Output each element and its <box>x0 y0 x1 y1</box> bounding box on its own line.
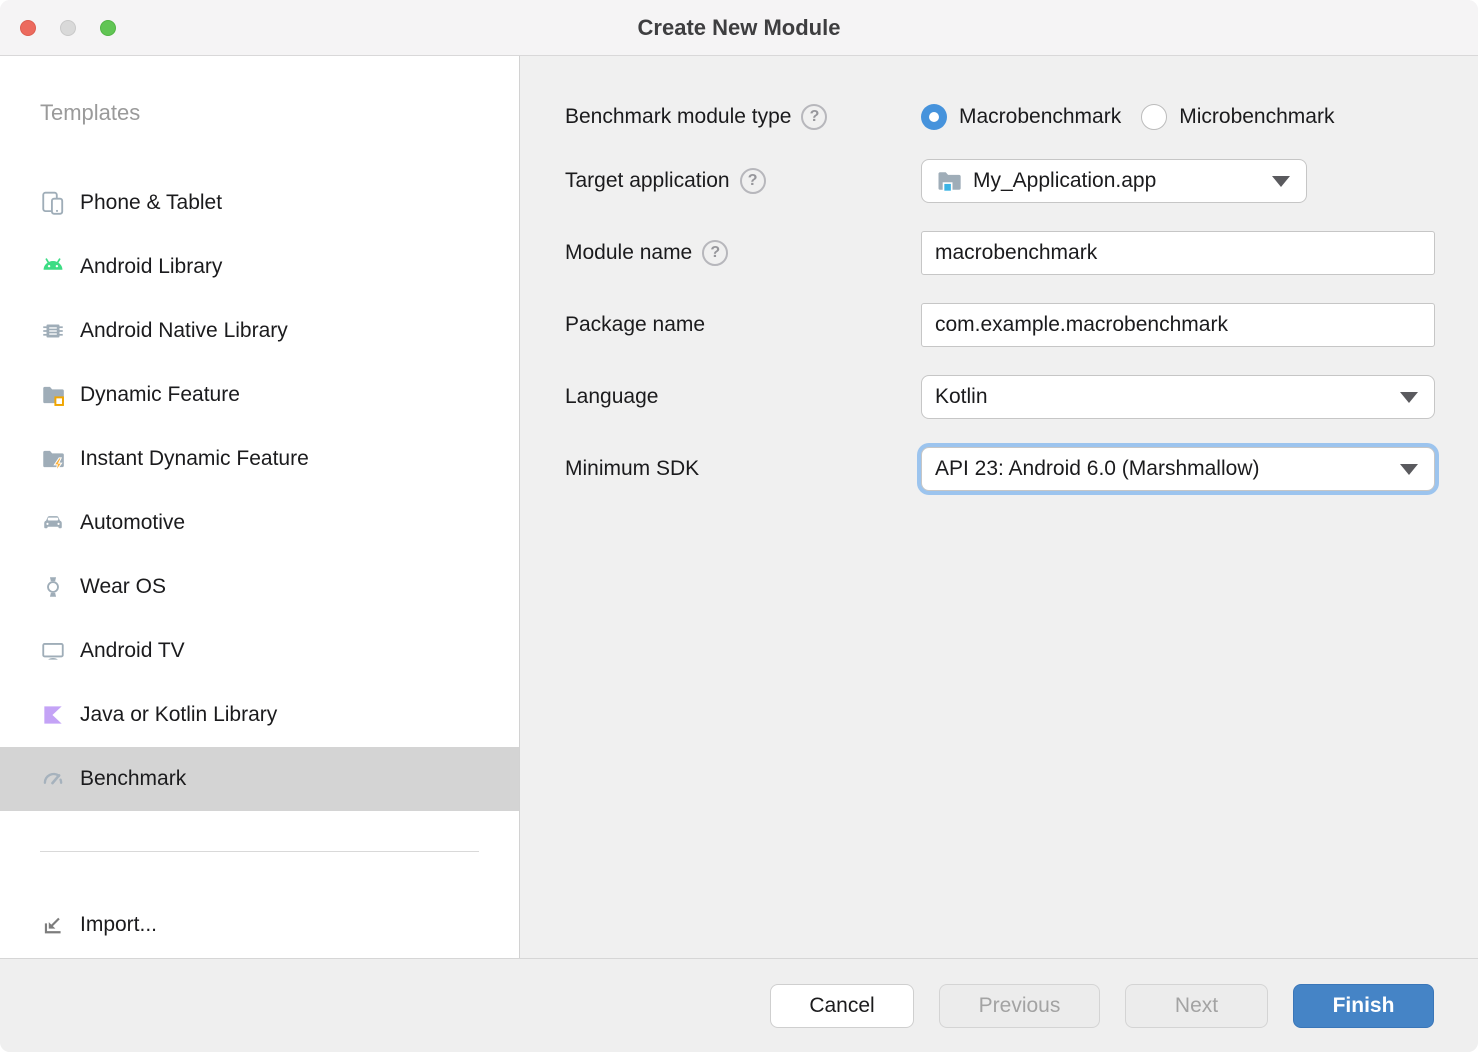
field-label-text: Language <box>565 385 658 409</box>
form-row-minimum-sdk: Minimum SDK API 23: Android 6.0 (Marshma… <box>565 447 1435 491</box>
create-new-module-dialog: Create New Module Templates Phone & Tabl… <box>0 0 1478 1052</box>
window-title: Create New Module <box>638 15 841 41</box>
chevron-down-icon <box>1272 176 1290 187</box>
android-icon <box>40 254 66 280</box>
sidebar-item-java-kotlin-library[interactable]: Java or Kotlin Library <box>0 683 519 747</box>
chip-icon <box>40 318 66 344</box>
instant-dynamic-feature-folder-icon <box>40 446 66 472</box>
package-name-label: Package name <box>565 313 921 337</box>
sidebar-item-label: Android Library <box>80 255 222 279</box>
sidebar-divider <box>40 851 479 852</box>
dialog-footer: Cancel Previous Next Finish <box>0 958 1478 1052</box>
kotlin-icon <box>40 702 66 728</box>
templates-sidebar: Templates Phone & Tablet Android Library… <box>0 56 520 958</box>
sidebar-item-instant-dynamic-feature[interactable]: Instant Dynamic Feature <box>0 427 519 491</box>
radio-microbenchmark[interactable]: Microbenchmark <box>1141 104 1334 130</box>
minimum-sdk-label: Minimum SDK <box>565 457 921 481</box>
sidebar-item-wear-os[interactable]: Wear OS <box>0 555 519 619</box>
previous-button[interactable]: Previous <box>939 984 1100 1028</box>
finish-button[interactable]: Finish <box>1293 984 1434 1028</box>
radio-unselected-icon <box>1141 104 1167 130</box>
sidebar-item-label: Java or Kotlin Library <box>80 703 277 727</box>
traffic-lights <box>20 20 116 36</box>
sidebar-item-benchmark[interactable]: Benchmark <box>0 747 519 811</box>
close-window-button[interactable] <box>20 20 36 36</box>
sidebar-item-android-library[interactable]: Android Library <box>0 235 519 299</box>
field-label-text: Benchmark module type <box>565 105 791 129</box>
sidebar-item-label: Import... <box>80 913 157 937</box>
title-bar: Create New Module <box>0 0 1478 56</box>
sidebar-item-automotive[interactable]: Automotive <box>0 491 519 555</box>
app-module-folder-icon <box>935 167 963 195</box>
cancel-button[interactable]: Cancel <box>770 984 914 1028</box>
language-label: Language <box>565 385 921 409</box>
dialog-body: Templates Phone & Tablet Android Library… <box>0 56 1478 958</box>
phone-tablet-icon <box>40 190 66 216</box>
radio-macrobenchmark[interactable]: Macrobenchmark <box>921 104 1121 130</box>
dynamic-feature-folder-icon <box>40 382 66 408</box>
sidebar-item-android-native-library[interactable]: Android Native Library <box>0 299 519 363</box>
language-value: Kotlin <box>935 385 1390 409</box>
module-type-radio-group: Macrobenchmark Microbenchmark <box>921 104 1435 130</box>
target-application-label: Target application ? <box>565 168 921 194</box>
module-name-input[interactable] <box>921 231 1435 275</box>
radio-selected-icon <box>921 104 947 130</box>
target-application-value: My_Application.app <box>973 169 1262 193</box>
chevron-down-icon <box>1400 392 1418 403</box>
minimize-window-button[interactable] <box>60 20 76 36</box>
package-name-input[interactable] <box>921 303 1435 347</box>
sidebar-item-dynamic-feature[interactable]: Dynamic Feature <box>0 363 519 427</box>
form-row-module-type: Benchmark module type ? Macrobenchmark M… <box>565 95 1435 139</box>
sidebar-item-import[interactable]: Import... <box>0 893 519 957</box>
target-application-dropdown[interactable]: My_Application.app <box>921 159 1307 203</box>
sidebar-item-label: Benchmark <box>80 767 186 791</box>
form-row-package-name: Package name <box>565 303 1435 347</box>
field-label-text: Module name <box>565 241 692 265</box>
car-icon <box>40 510 66 536</box>
next-button[interactable]: Next <box>1125 984 1268 1028</box>
watch-icon <box>40 574 66 600</box>
help-icon[interactable]: ? <box>801 104 827 130</box>
sidebar-item-android-tv[interactable]: Android TV <box>0 619 519 683</box>
language-dropdown[interactable]: Kotlin <box>921 375 1435 419</box>
help-icon[interactable]: ? <box>702 240 728 266</box>
help-icon[interactable]: ? <box>740 168 766 194</box>
sidebar-item-label: Phone & Tablet <box>80 191 222 215</box>
field-label-text: Minimum SDK <box>565 457 699 481</box>
module-name-label: Module name ? <box>565 240 921 266</box>
sidebar-item-phone-tablet[interactable]: Phone & Tablet <box>0 171 519 235</box>
form-row-target-application: Target application ? My_Application.app <box>565 159 1435 203</box>
form-row-language: Language Kotlin <box>565 375 1435 419</box>
templates-header: Templates <box>0 92 519 134</box>
chevron-down-icon <box>1400 464 1418 475</box>
module-form-panel: Benchmark module type ? Macrobenchmark M… <box>520 56 1478 958</box>
form-row-module-name: Module name ? <box>565 231 1435 275</box>
benchmark-gauge-icon <box>40 766 66 792</box>
field-label-text: Target application <box>565 169 730 193</box>
sidebar-item-label: Android Native Library <box>80 319 288 343</box>
sidebar-item-label: Wear OS <box>80 575 166 599</box>
tv-icon <box>40 638 66 664</box>
sidebar-item-label: Instant Dynamic Feature <box>80 447 309 471</box>
sidebar-item-label: Automotive <box>80 511 185 535</box>
minimum-sdk-value: API 23: Android 6.0 (Marshmallow) <box>935 457 1390 481</box>
module-type-label: Benchmark module type ? <box>565 104 921 130</box>
field-label-text: Package name <box>565 313 705 337</box>
sidebar-item-label: Dynamic Feature <box>80 383 240 407</box>
zoom-window-button[interactable] <box>100 20 116 36</box>
sidebar-item-label: Android TV <box>80 639 185 663</box>
minimum-sdk-dropdown[interactable]: API 23: Android 6.0 (Marshmallow) <box>921 447 1435 491</box>
import-icon <box>40 912 66 938</box>
